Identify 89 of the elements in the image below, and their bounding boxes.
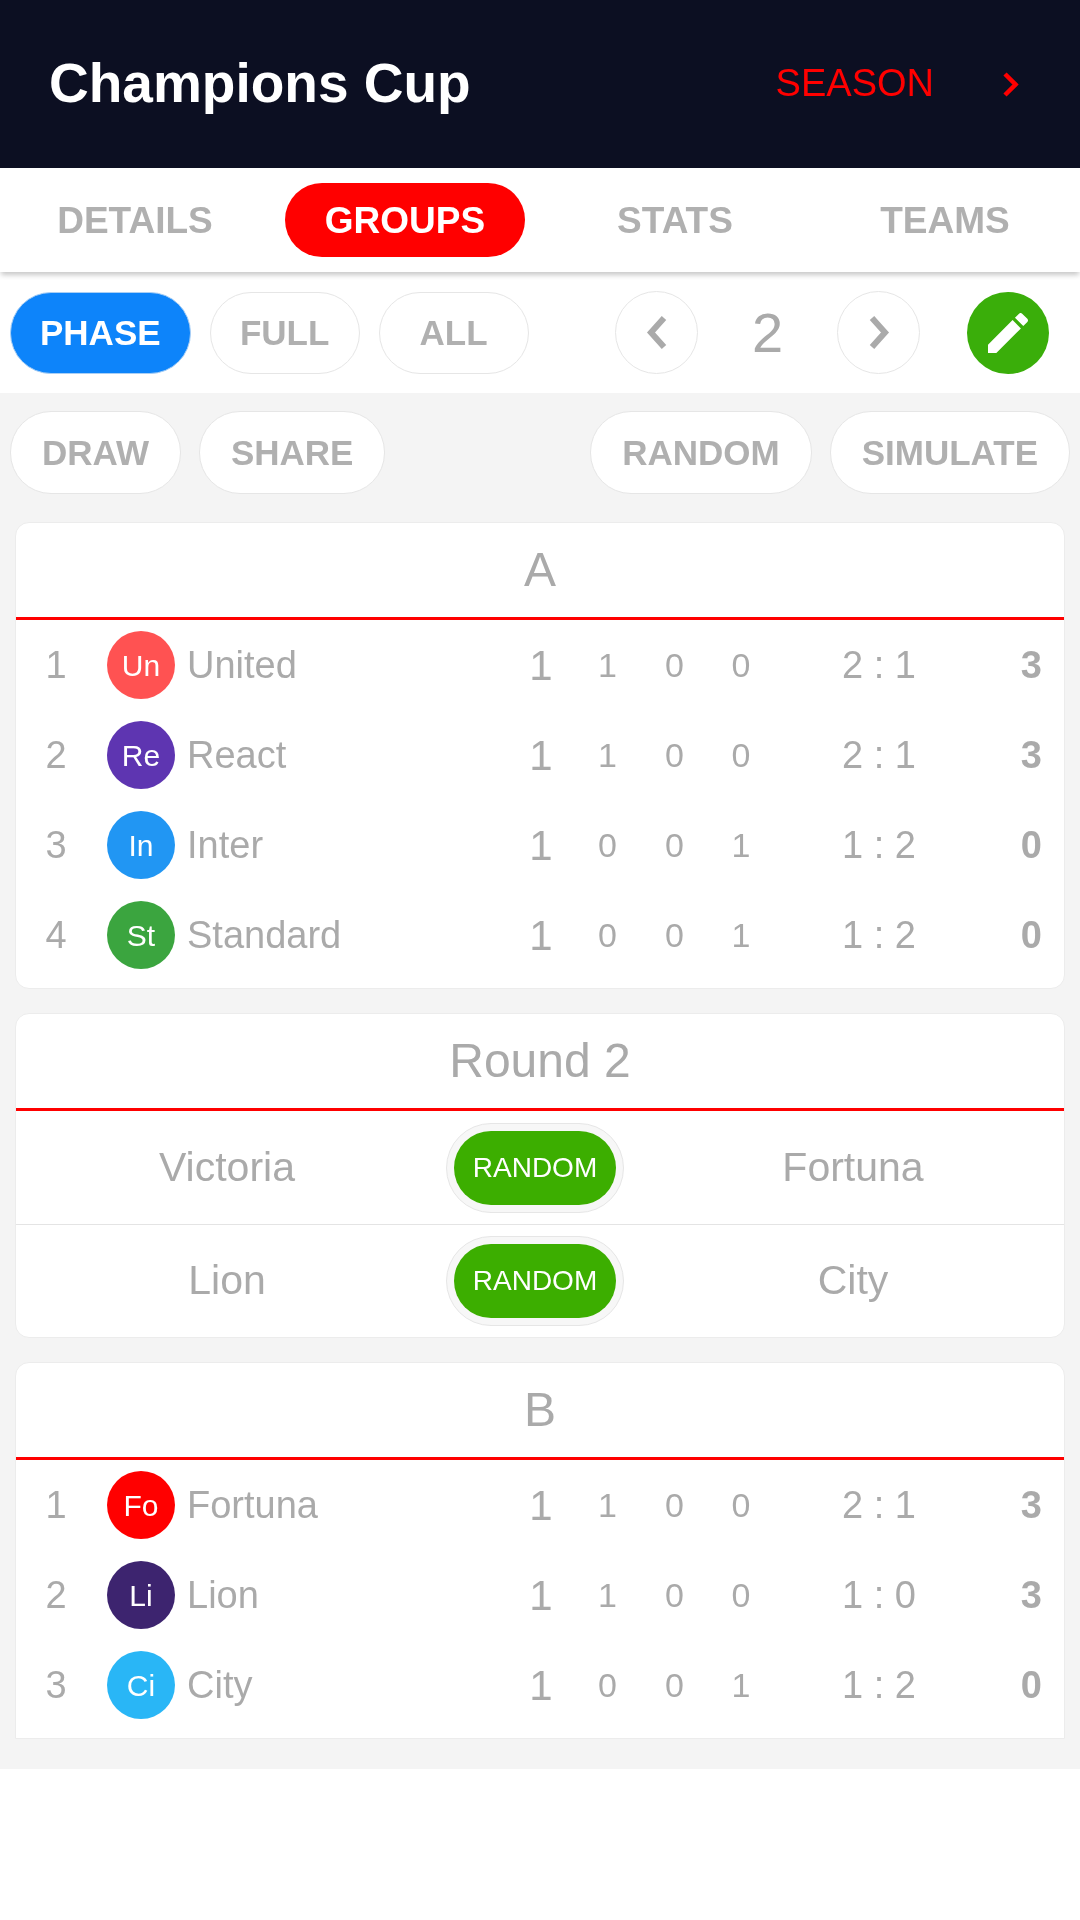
team-name: React bbox=[187, 732, 288, 778]
team-name: City bbox=[187, 1662, 254, 1708]
stat-value: 1 bbox=[528, 1480, 554, 1531]
stat-value: 1 bbox=[528, 1570, 554, 1621]
stat-value: 1 bbox=[528, 1660, 554, 1711]
team-name: Lion bbox=[187, 1572, 260, 1618]
stat-value: 0 bbox=[597, 824, 618, 866]
action-button[interactable]: DRAW bbox=[10, 411, 181, 494]
team-badge: Un bbox=[107, 631, 175, 699]
card-title: B bbox=[524, 1383, 556, 1437]
stat-value: 3 bbox=[1019, 642, 1042, 688]
team-badge: Li bbox=[107, 1561, 175, 1629]
team-name: Inter bbox=[187, 822, 265, 868]
card-title: Round 2 bbox=[449, 1034, 631, 1088]
stat-value: 1 bbox=[528, 640, 554, 691]
action-button[interactable]: SHARE bbox=[198, 411, 386, 494]
stat-value: 0 bbox=[730, 1574, 752, 1616]
position-number: 4 bbox=[44, 912, 68, 958]
stat-value: 3 bbox=[1019, 732, 1042, 778]
stat-value: 0 bbox=[664, 734, 685, 776]
team-badge: Re bbox=[107, 721, 175, 789]
stat-value: 1 bbox=[528, 730, 554, 781]
chevron-left-icon bbox=[644, 314, 669, 351]
stat-value: 1 bbox=[528, 910, 554, 961]
stat-value: 0 bbox=[664, 1484, 685, 1526]
team-badge: Fo bbox=[107, 1471, 175, 1539]
tab[interactable]: STATS bbox=[555, 183, 795, 257]
pencil-icon bbox=[988, 312, 1028, 353]
app-title: Champions Cup bbox=[49, 52, 471, 116]
stat-value: 3 bbox=[1019, 1482, 1042, 1528]
team-badge: Ci bbox=[107, 1651, 175, 1719]
team-name: City bbox=[817, 1257, 889, 1304]
position-number: 1 bbox=[44, 642, 68, 688]
score-value: 1 : 2 bbox=[841, 822, 917, 868]
team-name: Fortuna bbox=[187, 1482, 319, 1528]
team-name: United bbox=[187, 642, 298, 688]
view-mode-button[interactable]: FULL bbox=[209, 291, 360, 374]
position-number: 1 bbox=[44, 1482, 68, 1528]
team-name: Standard bbox=[187, 912, 343, 958]
stat-value: 0 bbox=[597, 1664, 618, 1706]
stat-value: 0 bbox=[1019, 822, 1042, 868]
stat-value: 0 bbox=[664, 1574, 685, 1616]
stat-value: 1 bbox=[597, 644, 618, 686]
score-value: 1 : 0 bbox=[841, 1572, 917, 1618]
page-number: 2 bbox=[750, 301, 785, 364]
chevron-right-icon bbox=[1002, 70, 1019, 98]
stat-value: 0 bbox=[730, 1484, 752, 1526]
stat-value: 1 bbox=[730, 824, 752, 866]
tab[interactable]: TEAMS bbox=[825, 183, 1065, 257]
random-button[interactable]: RANDOM bbox=[446, 1236, 624, 1326]
stat-value: 0 bbox=[730, 644, 752, 686]
stat-value: 3 bbox=[1019, 1572, 1042, 1618]
stat-value: 1 bbox=[597, 734, 618, 776]
stat-value: 0 bbox=[664, 1664, 685, 1706]
stat-value: 0 bbox=[664, 644, 685, 686]
stat-value: 0 bbox=[597, 914, 618, 956]
team-name: Victoria bbox=[159, 1143, 295, 1190]
team-badge: In bbox=[107, 811, 175, 879]
random-button[interactable]: RANDOM bbox=[446, 1122, 624, 1213]
stat-value: 0 bbox=[1019, 912, 1042, 958]
stat-value: 1 bbox=[730, 914, 752, 956]
score-value: 2 : 1 bbox=[841, 732, 917, 778]
score-value: 1 : 2 bbox=[841, 1662, 917, 1708]
stat-value: 0 bbox=[664, 914, 685, 956]
action-button[interactable]: RANDOM bbox=[590, 411, 812, 494]
position-number: 3 bbox=[44, 822, 68, 868]
card-title: A bbox=[524, 543, 556, 597]
view-mode-button[interactable]: PHASE bbox=[10, 291, 191, 374]
stat-value: 0 bbox=[730, 734, 752, 776]
season-link[interactable]: SEASON bbox=[775, 62, 1019, 106]
stat-value: 1 bbox=[597, 1574, 618, 1616]
team-badge: St bbox=[107, 901, 175, 969]
action-button[interactable]: SIMULATE bbox=[829, 411, 1070, 494]
tab[interactable]: DETAILS bbox=[15, 183, 255, 257]
score-value: 2 : 1 bbox=[841, 1482, 917, 1528]
view-mode-button[interactable]: ALL bbox=[378, 291, 529, 374]
score-value: 2 : 1 bbox=[841, 642, 917, 688]
team-name: Fortuna bbox=[782, 1143, 924, 1190]
stat-value: 0 bbox=[664, 824, 685, 866]
team-name: Lion bbox=[188, 1257, 266, 1304]
tab[interactable]: GROUPS bbox=[285, 183, 525, 257]
stat-value: 1 bbox=[528, 820, 554, 871]
position-number: 3 bbox=[44, 1662, 68, 1708]
stat-value: 0 bbox=[1019, 1662, 1042, 1708]
stat-value: 1 bbox=[597, 1484, 618, 1526]
position-number: 2 bbox=[44, 1572, 68, 1618]
score-value: 1 : 2 bbox=[841, 912, 917, 958]
position-number: 2 bbox=[44, 732, 68, 778]
stat-value: 1 bbox=[730, 1664, 752, 1706]
